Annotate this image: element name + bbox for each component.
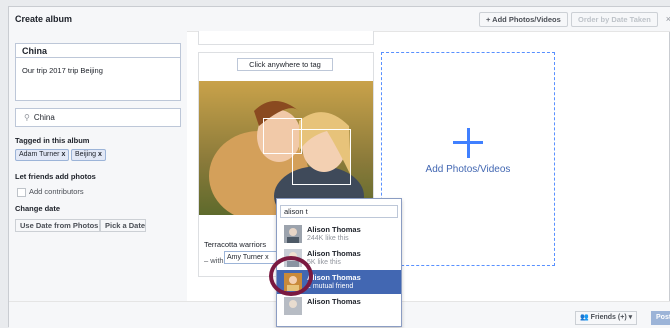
previous-photo-card — [198, 31, 374, 45]
with-tag-chip[interactable]: Amy Turner x — [224, 251, 280, 264]
result-name: Alison Thomas — [307, 273, 361, 282]
remove-tag-icon[interactable]: x — [61, 151, 65, 158]
location-value: China — [33, 113, 55, 122]
tag-result-item[interactable]: Alison Thomas — [277, 294, 401, 318]
pick-a-date-button[interactable]: Pick a Date — [100, 219, 146, 232]
album-description-input[interactable]: Our trip 2017 trip Beijing — [15, 58, 181, 101]
tag-search-input[interactable]: alison t — [280, 205, 398, 218]
location-input[interactable]: ⚲ China — [15, 108, 181, 127]
album-photo[interactable] — [199, 81, 373, 215]
add-contributors-checkbox[interactable] — [17, 188, 26, 197]
add-photos-label: Add Photos/Videos — [425, 164, 511, 175]
tag-chip-label: Beijing — [75, 151, 97, 158]
highlight-ring — [269, 256, 313, 296]
add-contributors-label: Add contributors — [29, 187, 84, 196]
with-label: – with — [204, 256, 224, 265]
audience-label: Friends (+) ▾ — [590, 314, 633, 321]
tagged-label: Tagged in this album — [15, 136, 90, 145]
add-photos-dropzone[interactable]: Add Photos/Videos — [381, 52, 555, 266]
tag-frame[interactable] — [292, 129, 351, 185]
order-by-date-button[interactable]: Order by Date Taken — [571, 12, 658, 27]
plus-vertical — [466, 128, 470, 158]
click-to-tag-prompt[interactable]: Click anywhere to tag — [237, 58, 333, 71]
tag-chip-beijing[interactable]: Beijing x — [71, 149, 106, 161]
audience-selector[interactable]: 👥 Friends (+) ▾ — [575, 311, 638, 325]
album-details-panel: China Our trip 2017 trip Beijing ⚲ China … — [9, 31, 187, 301]
tag-chip-adam-turner[interactable]: Adam Turner x — [15, 149, 70, 161]
plus-icon — [453, 128, 483, 158]
result-name: Alison Thomas — [307, 225, 361, 234]
change-date-label: Change date — [15, 204, 61, 213]
result-subtext: 244K like this — [307, 235, 349, 242]
tag-chip-label: Adam Turner — [19, 151, 60, 158]
friends-icon: 👥 — [580, 314, 589, 321]
post-button[interactable]: Post — [651, 311, 670, 325]
use-date-from-photos-button[interactable]: Use Date from Photos — [15, 219, 100, 232]
close-icon[interactable]: × — [666, 14, 670, 24]
location-field-content: ⚲ China — [24, 113, 55, 122]
photo-caption: Terracotta warriors — [204, 240, 267, 249]
add-photos-videos-button[interactable]: + Add Photos/Videos — [479, 12, 568, 27]
location-pin-icon: ⚲ — [24, 113, 30, 122]
album-name-input[interactable]: China — [15, 43, 181, 58]
album-name-value: China — [22, 46, 48, 56]
avatar — [284, 225, 302, 243]
tag-result-item[interactable]: Alison Thomas 244K like this — [277, 222, 401, 246]
contributors-label: Let friends add photos — [15, 172, 96, 181]
dialog-title: Create album — [15, 14, 73, 24]
dialog-header: Create album + Add Photos/Videos Order b… — [9, 7, 670, 32]
album-description-value: Our trip 2017 trip Beijing — [22, 66, 103, 75]
avatar — [284, 297, 302, 315]
result-subtext: 5K like this — [307, 259, 341, 266]
result-name: Alison Thomas — [307, 249, 361, 258]
result-subtext: 1 mutual friend — [307, 283, 354, 290]
result-name: Alison Thomas — [307, 297, 361, 306]
remove-tag-icon[interactable]: x — [98, 151, 102, 158]
